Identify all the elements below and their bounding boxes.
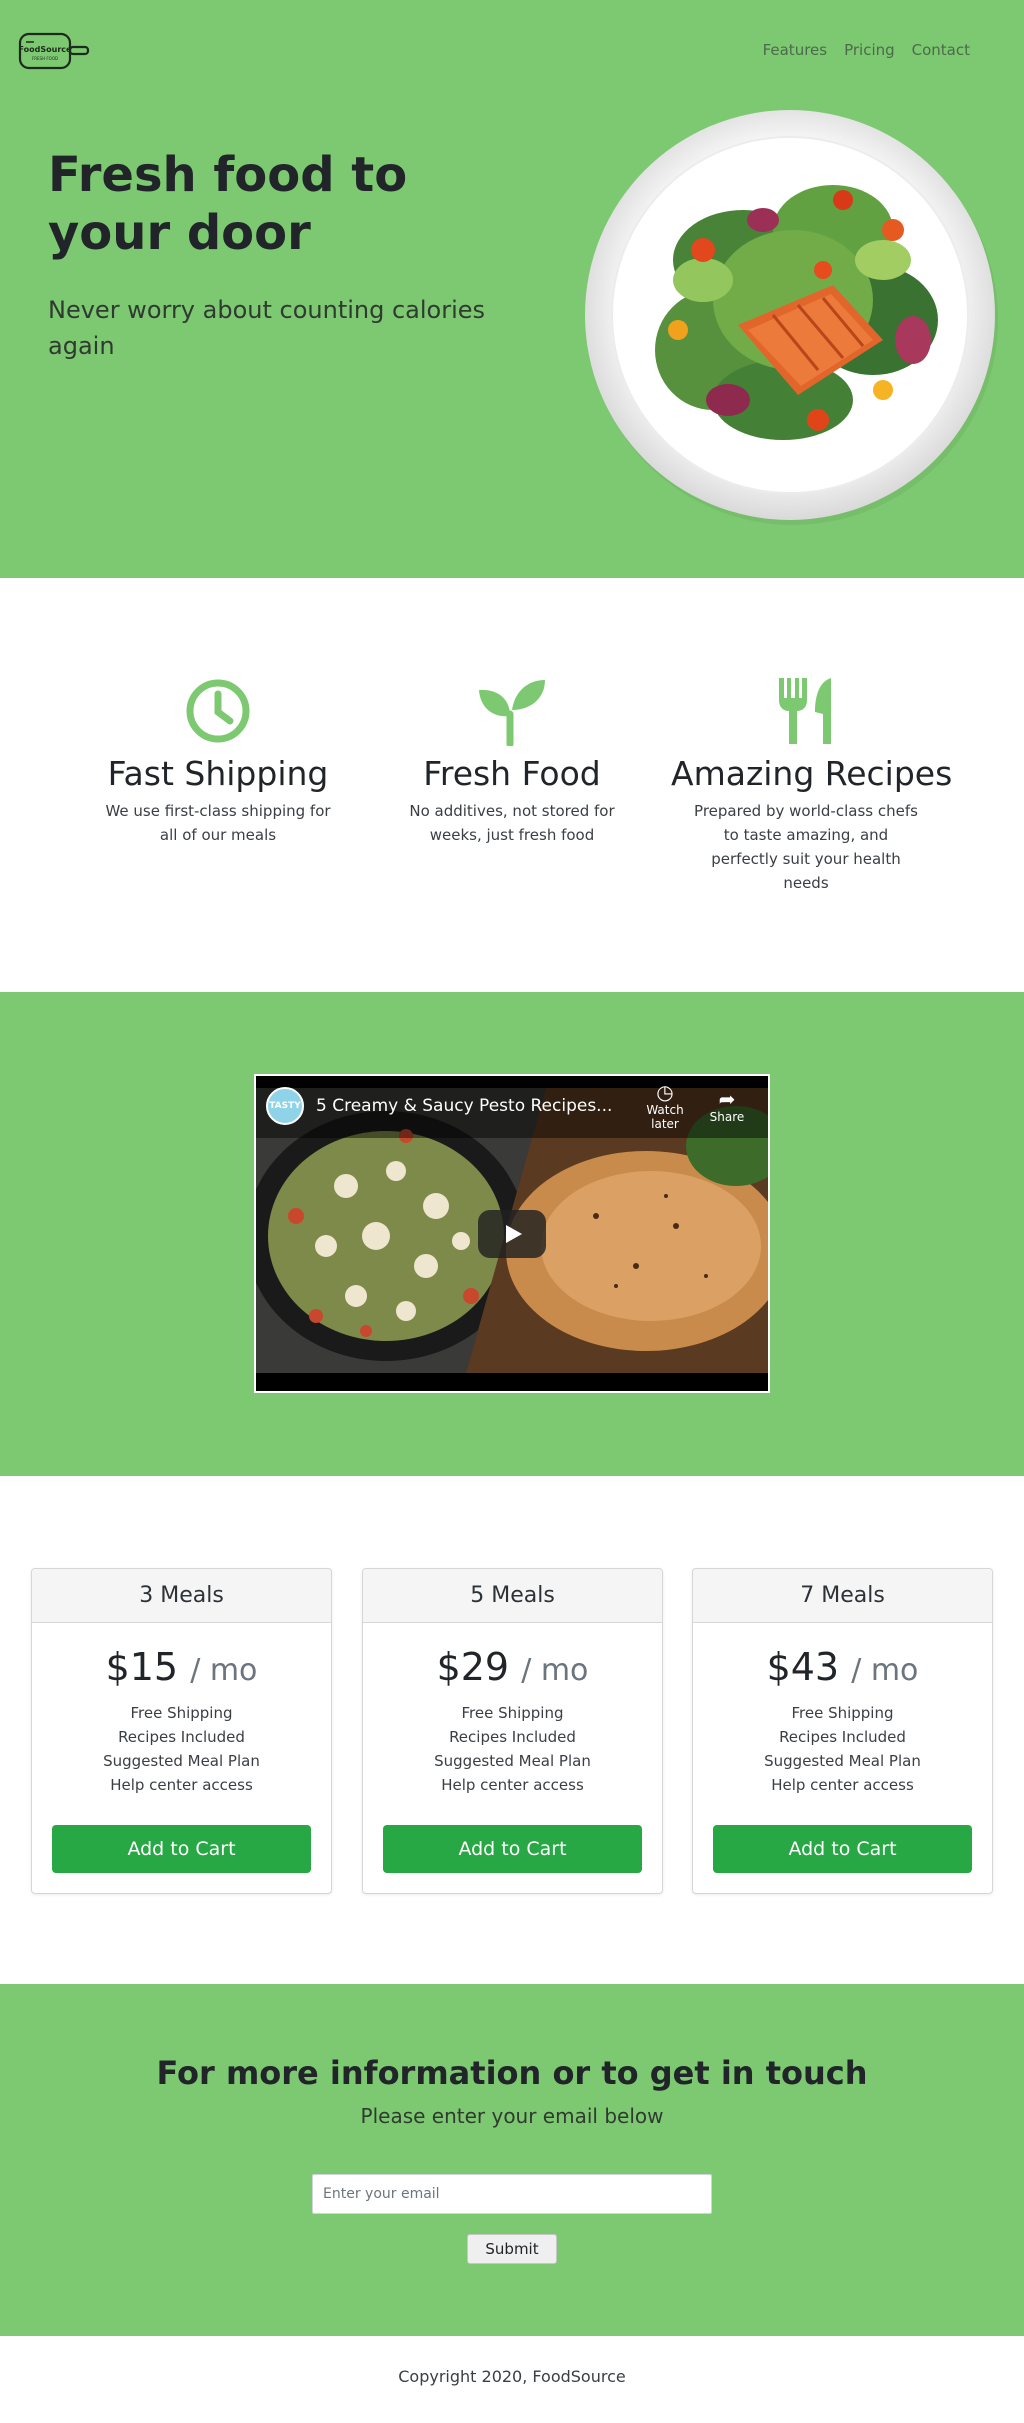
price-period: / mo — [521, 1653, 589, 1688]
contact-title: For more information or to get in touch — [156, 2054, 868, 2092]
watch-later-button[interactable]: ◷ Watch later — [634, 1081, 696, 1131]
perk-item: Help center access — [771, 1776, 914, 1794]
clock-icon: ◷ — [656, 1080, 674, 1104]
share-label: Share — [709, 1110, 745, 1124]
price-amount: $29 — [436, 1645, 510, 1689]
logo-tagline: FRESH FOOD — [32, 56, 58, 61]
pricing-section: 3 Meals $15 / mo Free Shipping Recipes I… — [0, 1476, 1024, 1984]
hero-subtitle: Never worry about counting calories agai… — [48, 296, 486, 360]
email-input[interactable] — [312, 2174, 712, 2214]
perk-item: Recipes Included — [449, 1728, 576, 1746]
perk-item: Help center access — [110, 1776, 253, 1794]
feature-fresh-food: Fresh Food No additives, not stored for … — [377, 676, 647, 847]
features-section: Fast Shipping We use first-class shippin… — [0, 578, 1024, 992]
frying-pan-logo[interactable]: FoodSource FRESH FOOD — [18, 32, 90, 70]
plan-name: 3 Meals — [32, 1569, 331, 1623]
add-to-cart-button[interactable]: Add to Cart — [52, 1825, 311, 1873]
plan-perks: Free Shipping Recipes Included Suggested… — [693, 1701, 992, 1797]
perk-item: Recipes Included — [779, 1728, 906, 1746]
clock-icon — [186, 679, 250, 743]
perk-item: Recipes Included — [118, 1728, 245, 1746]
pricing-card-5-meals: 5 Meals $29 / mo Free Shipping Recipes I… — [362, 1568, 663, 1894]
perk-item: Suggested Meal Plan — [103, 1752, 260, 1770]
hero-section: FoodSource FRESH FOOD Features Pricing C… — [0, 0, 1024, 578]
nav-pricing-link[interactable]: Pricing — [844, 41, 895, 59]
price-period: / mo — [851, 1653, 919, 1688]
watch-later-label: Watch later — [646, 1103, 684, 1131]
share-button[interactable]: ➦ Share — [696, 1088, 758, 1124]
salmon-salad-plate-image — [585, 110, 998, 525]
top-nav: Features Pricing Contact — [763, 41, 970, 59]
pricing-card-7-meals: 7 Meals $43 / mo Free Shipping Recipes I… — [692, 1568, 993, 1894]
feature-text: We use first-class shipping for all of o… — [105, 802, 331, 844]
perk-item: Help center access — [441, 1776, 584, 1794]
plan-price: $43 / mo — [693, 1645, 992, 1689]
nav-features-link[interactable]: Features — [763, 41, 828, 59]
plan-perks: Free Shipping Recipes Included Suggested… — [32, 1701, 331, 1797]
perk-item: Suggested Meal Plan — [434, 1752, 591, 1770]
add-to-cart-button[interactable]: Add to Cart — [383, 1825, 642, 1873]
contact-section: For more information or to get in touch … — [0, 1984, 1024, 2336]
copyright-text: Copyright 2020, FoodSource — [398, 2367, 626, 2386]
feature-text: No additives, not stored for weeks, just… — [409, 802, 615, 844]
footer: Copyright 2020, FoodSource — [0, 2336, 1024, 2423]
logo-text: FoodSource — [19, 45, 73, 54]
channel-avatar[interactable]: TASTY — [266, 1087, 304, 1125]
add-to-cart-button[interactable]: Add to Cart — [713, 1825, 972, 1873]
share-arrow-icon: ➦ — [718, 1087, 736, 1111]
video-section: TASTY 5 Creamy & Saucy Pesto Recipes... … — [0, 992, 1024, 1476]
sprout-icon — [479, 680, 545, 746]
hero-title: Fresh food to your door — [48, 147, 408, 261]
feature-fast-shipping: Fast Shipping We use first-class shippin… — [83, 676, 353, 847]
feature-title: Fast Shipping — [107, 754, 329, 793]
perk-item: Free Shipping — [791, 1704, 894, 1722]
plan-name: 7 Meals — [693, 1569, 992, 1623]
plan-name: 5 Meals — [363, 1569, 662, 1623]
perk-item: Suggested Meal Plan — [764, 1752, 921, 1770]
utensils-icon — [779, 678, 831, 744]
perk-item: Free Shipping — [130, 1704, 233, 1722]
nav-contact-link[interactable]: Contact — [912, 41, 970, 59]
pricing-card-3-meals: 3 Meals $15 / mo Free Shipping Recipes I… — [31, 1568, 332, 1894]
plan-price: $15 / mo — [32, 1645, 331, 1689]
video-title[interactable]: 5 Creamy & Saucy Pesto Recipes... — [316, 1096, 634, 1116]
feature-text: Prepared by world-class chefs to taste a… — [694, 802, 918, 892]
plan-perks: Free Shipping Recipes Included Suggested… — [363, 1701, 662, 1797]
price-amount: $43 — [766, 1645, 840, 1689]
plan-price: $29 / mo — [363, 1645, 662, 1689]
price-period: / mo — [190, 1653, 258, 1688]
video-top-bar: TASTY 5 Creamy & Saucy Pesto Recipes... … — [266, 1081, 758, 1131]
perk-item: Free Shipping — [461, 1704, 564, 1722]
price-amount: $15 — [105, 1645, 179, 1689]
play-button[interactable] — [478, 1210, 546, 1258]
contact-subtitle: Please enter your email below — [360, 2104, 664, 2128]
embedded-video-player[interactable]: TASTY 5 Creamy & Saucy Pesto Recipes... … — [254, 1074, 770, 1393]
submit-button[interactable]: Submit — [467, 2234, 557, 2264]
feature-amazing-recipes: Amazing Recipes Prepared by world-class … — [671, 676, 953, 895]
feature-title: Amazing Recipes — [671, 754, 953, 793]
feature-title: Fresh Food — [423, 754, 601, 793]
